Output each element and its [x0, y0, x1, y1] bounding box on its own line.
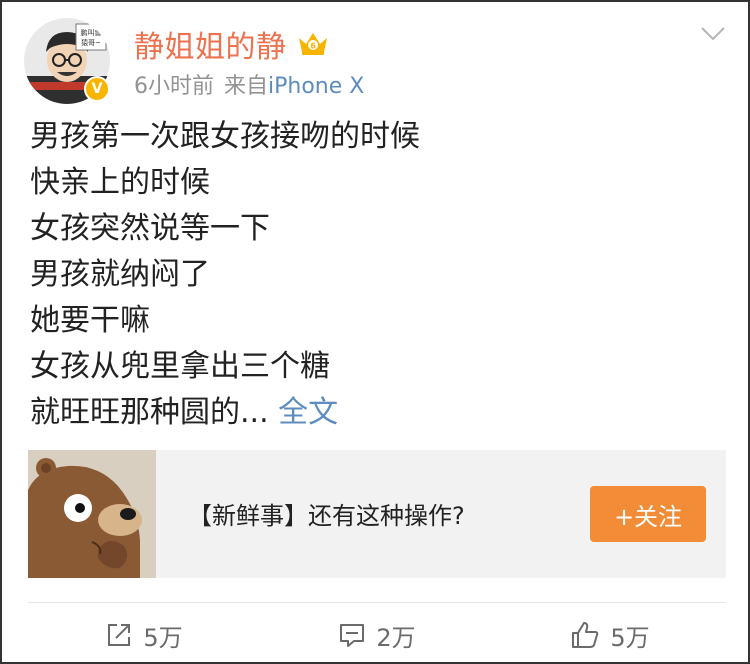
- svg-text:6: 6: [310, 42, 316, 51]
- verified-badge: V: [84, 76, 110, 102]
- post-text-line: 女孩从兜里拿出三个糖: [30, 349, 330, 384]
- comment-icon: [340, 624, 365, 647]
- post-meta: 6小时前 来自iPhone X: [134, 68, 364, 100]
- post-text: 男孩第一次跟女孩接吻的时候 快亲上的时候 女孩突然说等一下 男孩就纳闷了 她要干…: [30, 114, 720, 436]
- author-name[interactable]: 静姐姐的静: [134, 22, 287, 66]
- comment-button[interactable]: 2万: [261, 612, 493, 658]
- post-text-line: 她要干嘛: [30, 303, 150, 338]
- repost-count: 5万: [143, 623, 183, 652]
- crown-icon[interactable]: 6: [296, 28, 330, 56]
- bear-thumbnail: [28, 450, 156, 578]
- chevron-down-icon[interactable]: [700, 26, 726, 42]
- action-divider: [28, 602, 726, 603]
- topic-card[interactable]: 【新鲜事】还有这种操作? +关注: [28, 450, 726, 578]
- like-button[interactable]: 5万: [494, 612, 726, 658]
- comment-count: 2万: [376, 623, 416, 652]
- full-text-link[interactable]: 全文: [278, 395, 338, 430]
- like-count: 5万: [610, 623, 650, 652]
- repost-icon: [108, 624, 131, 646]
- weibo-post: 鹏叫兽 猿哥~ V 静姐姐的静 6 6小时前 来自iPhone X 男孩第一次跟女…: [0, 0, 750, 664]
- post-text-line: 快亲上的时候: [30, 165, 210, 200]
- follow-button[interactable]: +关注: [590, 486, 706, 542]
- post-text-line: 男孩第一次跟女孩接吻的时候: [30, 119, 420, 154]
- repost-button[interactable]: 5万: [28, 612, 260, 658]
- avatar-sign-line-2: 猿哥~: [81, 38, 101, 47]
- avatar-sign-line-1: 鹏叫兽: [81, 28, 102, 37]
- post-text-last-line: 就旺旺那种圆的... 全文: [30, 390, 720, 436]
- post-time: 6小时前: [134, 74, 214, 99]
- post-header: 鹏叫兽 猿哥~ V 静姐姐的静 6 6小时前 来自iPhone X: [24, 16, 734, 106]
- thumbs-up-icon: [572, 622, 599, 648]
- post-text-line: 就旺旺那种圆的...: [30, 395, 269, 430]
- post-source-device[interactable]: iPhone X: [268, 74, 364, 99]
- post-text-line: 男孩就纳闷了: [30, 257, 210, 292]
- post-text-line: 女孩突然说等一下: [30, 211, 270, 246]
- action-bar: 5万 2万 5万: [28, 612, 726, 658]
- card-title: 【新鲜事】还有这种操作?: [188, 502, 465, 530]
- post-source-label: 来自: [224, 74, 269, 99]
